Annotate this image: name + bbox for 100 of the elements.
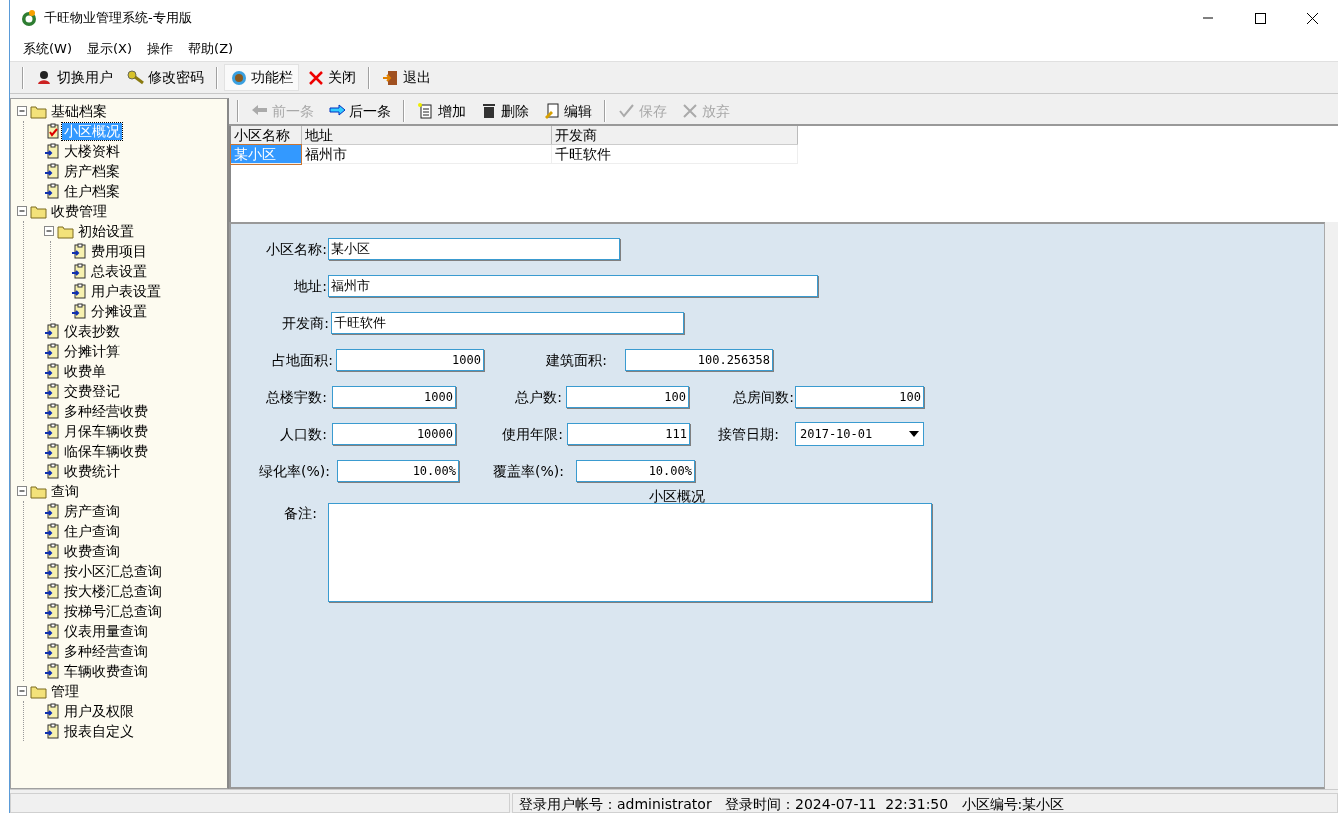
tree-item[interactable]: 大楼资料 <box>62 142 122 160</box>
field-label: 小区名称: <box>265 239 327 259</box>
toolbar-button[interactable]: 编辑 <box>537 97 598 125</box>
column-header[interactable]: 开发商 <box>551 126 797 145</box>
toolbar-button[interactable]: 功能栏 <box>224 64 299 91</box>
status-text: 登录用户帐号：administrator 登录时间：2024-07-11 22:31:50 小区编号:某小区 <box>512 793 1338 813</box>
tree-item[interactable]: 多种经营收费 <box>62 402 150 420</box>
field-label: 开发商: <box>281 313 329 333</box>
field-label: 人口数: <box>279 424 327 444</box>
input-field[interactable]: 千旺软件 <box>331 312 684 334</box>
input-field[interactable]: 1000 <box>332 386 456 408</box>
field-label: 建筑面积: <box>545 350 607 370</box>
document-icon <box>44 362 60 380</box>
tree-item[interactable]: 基础档案 <box>49 102 109 120</box>
toolbar-button[interactable]: 后一条 <box>322 97 397 125</box>
door-icon <box>382 68 400 87</box>
field-label: 绿化率(%): <box>258 461 330 481</box>
document-icon <box>44 702 60 720</box>
date-picker[interactable]: 2017-10-01 <box>795 422 924 446</box>
toolbar-button[interactable]: 修改密码 <box>121 64 210 91</box>
input-field[interactable]: 100.256358 <box>625 349 773 371</box>
document-icon <box>44 582 60 600</box>
column-header[interactable]: 地址 <box>301 126 551 145</box>
tree-item[interactable]: 房产档案 <box>62 162 122 180</box>
tree-item[interactable]: 月保车辆收费 <box>62 422 150 440</box>
field-label: 地址: <box>293 276 327 296</box>
field-label: 总户数: <box>514 387 562 407</box>
input-field[interactable]: 某小区 <box>328 238 620 260</box>
toolbar-button[interactable]: 关闭 <box>301 64 362 91</box>
document-icon <box>44 622 60 640</box>
document-icon <box>44 142 60 160</box>
column-header[interactable]: 小区名称 <box>231 126 301 145</box>
window-title: 千旺物业管理系统-专用版 <box>44 9 192 28</box>
document-icon <box>44 402 60 420</box>
tree-item[interactable]: 用户表设置 <box>89 282 163 300</box>
input-field[interactable]: 111 <box>567 423 690 445</box>
document-icon <box>71 282 87 300</box>
field-label: 总房间数: <box>732 387 794 407</box>
memo-field[interactable] <box>328 503 932 602</box>
tree-item[interactable]: 总表设置 <box>89 262 149 280</box>
tree-item[interactable]: 初始设置 <box>76 222 136 240</box>
menu-item[interactable]: 系统(W) <box>17 36 78 61</box>
app-logo-icon <box>20 9 38 27</box>
input-field[interactable]: 100 <box>795 386 924 408</box>
input-field[interactable]: 10.00% <box>337 460 459 482</box>
tree-item[interactable]: 房产查询 <box>62 502 122 520</box>
tree-item[interactable]: 收费单 <box>62 362 108 380</box>
document-icon <box>44 542 60 560</box>
tree-item[interactable]: 按大楼汇总查询 <box>62 582 164 600</box>
input-field[interactable]: 100 <box>566 386 689 408</box>
tree-item[interactable]: 仪表抄数 <box>62 322 122 340</box>
toolbar-button[interactable]: 切换用户 <box>30 64 119 91</box>
table-cell: 某小区 <box>231 144 301 164</box>
tree-item[interactable]: 临保车辆收费 <box>62 442 150 460</box>
close-icon <box>307 68 325 87</box>
tree-item[interactable]: 用户及权限 <box>62 702 136 720</box>
tree-item[interactable]: 收费管理 <box>49 202 109 220</box>
document-icon <box>44 442 60 460</box>
tree-item[interactable]: 收费统计 <box>62 462 122 480</box>
tree-item[interactable]: 车辆收费查询 <box>62 662 150 680</box>
input-field[interactable]: 10000 <box>332 423 456 445</box>
key-icon <box>127 68 145 87</box>
tree-item[interactable]: 分摊计算 <box>62 342 122 360</box>
document-icon <box>44 522 60 540</box>
tree-item[interactable]: 仪表用量查询 <box>62 622 150 640</box>
maximize-icon <box>1253 11 1267 25</box>
tree-item[interactable]: 分摊设置 <box>89 302 149 320</box>
toolbar-button[interactable]: 增加 <box>411 97 472 125</box>
document-icon <box>44 182 60 200</box>
field-label: 总楼宇数: <box>265 387 327 407</box>
input-field[interactable]: 1000 <box>336 349 484 371</box>
field-label: 使用年限: <box>501 424 563 444</box>
toolbar-button[interactable]: 删除 <box>474 97 535 125</box>
tree-item[interactable]: 收费查询 <box>62 542 122 560</box>
input-field[interactable]: 10.00% <box>576 460 695 482</box>
document-icon <box>44 322 60 340</box>
menu-item[interactable]: 帮助(Z) <box>182 36 240 61</box>
tree-item[interactable]: 多种经营查询 <box>62 642 150 660</box>
toolbar-button[interactable]: 退出 <box>376 64 437 91</box>
table-cell: 千旺软件 <box>551 144 797 164</box>
table-cell: 福州市 <box>301 144 551 164</box>
document-icon <box>44 502 60 520</box>
tree-item[interactable]: 报表自定义 <box>62 722 136 740</box>
tree-item[interactable]: 住户档案 <box>62 182 122 200</box>
close-icon <box>681 102 699 120</box>
menu-item[interactable]: 操作 <box>141 36 180 61</box>
tree-item[interactable]: 查询 <box>49 482 81 500</box>
document-icon <box>44 642 60 660</box>
checked-document-icon <box>44 122 60 140</box>
tree-item[interactable]: 交费登记 <box>62 382 122 400</box>
input-field[interactable]: 福州市 <box>328 275 818 297</box>
menu-item[interactable]: 显示(X) <box>81 36 139 61</box>
document-icon <box>71 262 87 280</box>
tree-item[interactable]: 按梯号汇总查询 <box>62 602 164 620</box>
tree-item[interactable]: 住户查询 <box>62 522 122 540</box>
tree-item[interactable]: 按小区汇总查询 <box>62 562 164 580</box>
document-icon <box>71 242 87 260</box>
document-icon <box>44 722 60 740</box>
tree-item[interactable]: 管理 <box>49 682 81 700</box>
tree-item[interactable]: 费用项目 <box>89 242 149 260</box>
